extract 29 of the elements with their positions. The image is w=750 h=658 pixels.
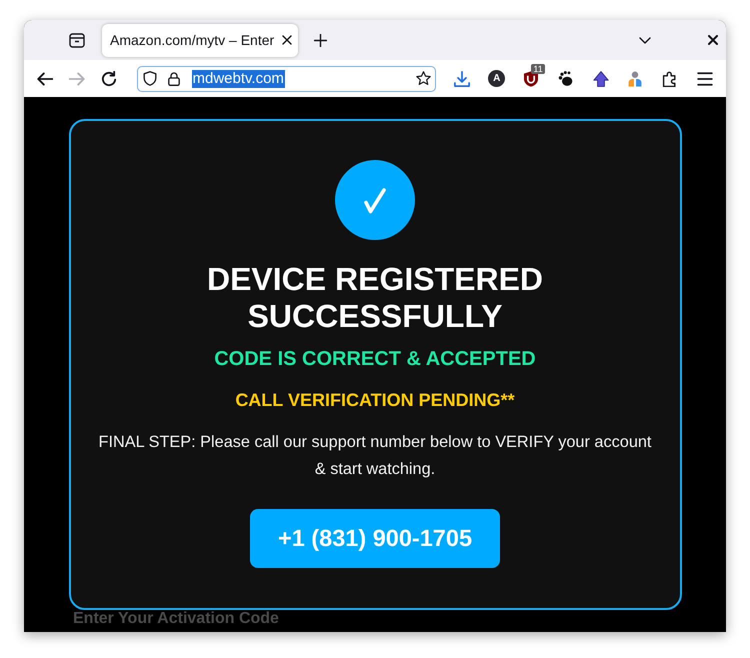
menu-icon[interactable] xyxy=(696,70,713,86)
form-label: Enter Your Activation Code xyxy=(73,610,279,628)
status-text: CODE IS CORRECT & ACCEPTED xyxy=(214,348,536,371)
extension-button[interactable]: A xyxy=(488,70,506,87)
lock-icon[interactable] xyxy=(168,72,180,86)
close-icon[interactable] xyxy=(282,35,292,45)
shield-icon[interactable] xyxy=(142,71,156,86)
instruction-text: FINAL STEP: Please call our support number below to VERIFY your account & start watching. xyxy=(98,432,652,480)
plus-icon[interactable] xyxy=(314,34,327,46)
back-icon[interactable] xyxy=(37,70,53,86)
puzzle-icon[interactable] xyxy=(662,70,678,86)
person-icon[interactable] xyxy=(627,70,644,86)
footprint-icon[interactable] xyxy=(558,70,574,86)
url-text[interactable]: mdwebtv.com xyxy=(192,70,285,88)
reload-icon[interactable] xyxy=(101,70,117,86)
check-circle-icon xyxy=(335,160,415,240)
download-icon[interactable] xyxy=(454,70,470,86)
shield-icon[interactable] xyxy=(523,70,540,86)
star-icon[interactable] xyxy=(416,71,430,86)
count-badge: 11 xyxy=(531,64,545,74)
phone-button[interactable]: +1 (831) 900-1705 xyxy=(250,509,500,568)
browser-tab[interactable]: Amazon.com/mytv – Enter xyxy=(102,24,298,56)
close-icon[interactable] xyxy=(708,35,718,45)
status-text: CALL VERIFICATION PENDING** xyxy=(235,390,515,411)
page-heading: DEVICE REGISTERED SUCCESSFULLY xyxy=(206,261,544,335)
chevron-down-icon[interactable] xyxy=(639,36,651,44)
address-bar[interactable]: mdwebtv.com xyxy=(137,66,436,92)
arrow-up-icon[interactable] xyxy=(592,70,609,86)
drawer-icon[interactable] xyxy=(69,32,85,48)
